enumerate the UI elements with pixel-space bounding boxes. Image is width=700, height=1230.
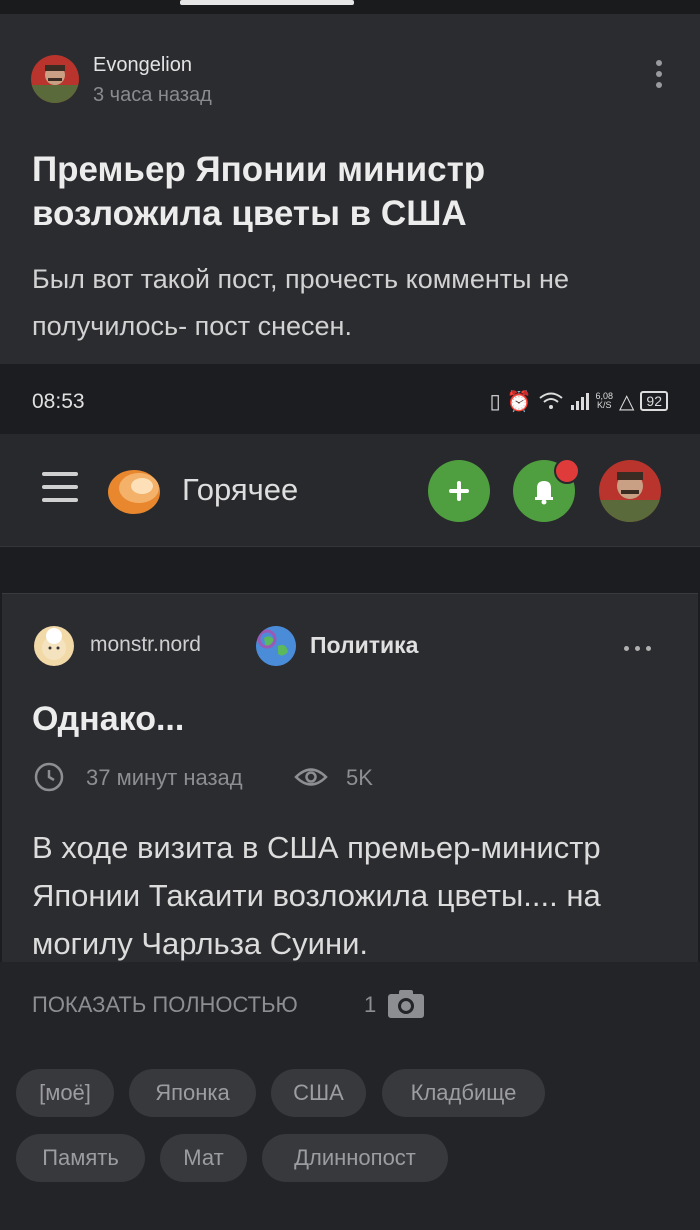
embedded-screenshot: 08:53 ▯ ⏰ 6,08 K/S △ 92 Горячее monstr.n… xyxy=(0,364,700,963)
community-name[interactable]: Политика xyxy=(310,632,418,659)
show-full-link[interactable]: ПОКАЗАТЬ ПОЛНОСТЬЮ xyxy=(32,992,298,1018)
app-header: Горячее xyxy=(0,434,700,547)
wifi-icon xyxy=(538,392,563,409)
alarm-icon: ⏰ xyxy=(506,390,532,413)
signal-icon xyxy=(570,393,589,410)
add-post-button[interactable] xyxy=(428,460,490,522)
card-options-icon[interactable] xyxy=(624,646,651,651)
view-count: 5K xyxy=(346,765,373,790)
globe-icon[interactable] xyxy=(256,626,296,666)
status-time: 08:53 xyxy=(32,390,85,413)
menu-icon[interactable] xyxy=(42,472,78,502)
tag-japanese[interactable]: Японка xyxy=(129,1069,256,1117)
battery-indicator: 92 xyxy=(640,391,668,411)
status-icons: ▯ ⏰ 6,08 K/S △ 92 xyxy=(490,388,668,414)
tag-swearing[interactable]: Мат xyxy=(160,1134,247,1182)
tag-cemetery[interactable]: Кладбище xyxy=(382,1069,545,1117)
story-card: monstr.nord Политика Однако... 37 минут … xyxy=(2,593,698,963)
story-title[interactable]: Однако... xyxy=(32,700,184,739)
post-header: Evongelion 3 часа назад Премьер Японии м… xyxy=(0,14,700,364)
tag-usa[interactable]: США xyxy=(271,1069,366,1117)
post-footer: ПОКАЗАТЬ ПОЛНОСТЬЮ 1 [моё] Японка США Кл… xyxy=(0,962,700,1230)
clock-icon xyxy=(34,762,64,792)
network-speed: 6,08 K/S xyxy=(595,391,614,410)
tag-memory[interactable]: Память xyxy=(16,1134,145,1182)
flask-icon: △ xyxy=(619,390,635,413)
story-time: 37 минут назад xyxy=(86,765,243,790)
tag-longpost[interactable]: Длиннопост xyxy=(262,1134,448,1182)
author-avatar[interactable] xyxy=(31,55,79,103)
section-title[interactable]: Горячее xyxy=(182,472,298,508)
post-title[interactable]: Премьер Японии министр возложила цветы в… xyxy=(32,148,652,236)
more-options-icon[interactable] xyxy=(650,60,668,100)
photo-count: 1 xyxy=(364,992,377,1017)
author-name[interactable]: Evongelion xyxy=(93,54,192,77)
notifications-button[interactable] xyxy=(513,458,580,522)
logo-icon[interactable] xyxy=(106,462,162,516)
story-body: В ходе визита в США премьер-министр Япон… xyxy=(32,830,601,961)
top-tab-strip xyxy=(0,0,700,14)
eye-icon xyxy=(294,768,328,786)
profile-avatar[interactable] xyxy=(599,460,661,522)
vibrate-icon: ▯ xyxy=(489,390,501,413)
post-text: Был вот такой пост, прочесть комменты не… xyxy=(32,264,569,341)
active-tab-indicator xyxy=(180,0,354,5)
op-username[interactable]: monstr.nord xyxy=(90,633,201,657)
tag-moe[interactable]: [моё] xyxy=(16,1069,114,1117)
post-timestamp: 3 часа назад xyxy=(93,84,212,106)
op-avatar[interactable] xyxy=(34,626,74,666)
camera-icon xyxy=(388,990,424,1018)
notification-dot xyxy=(554,458,580,484)
